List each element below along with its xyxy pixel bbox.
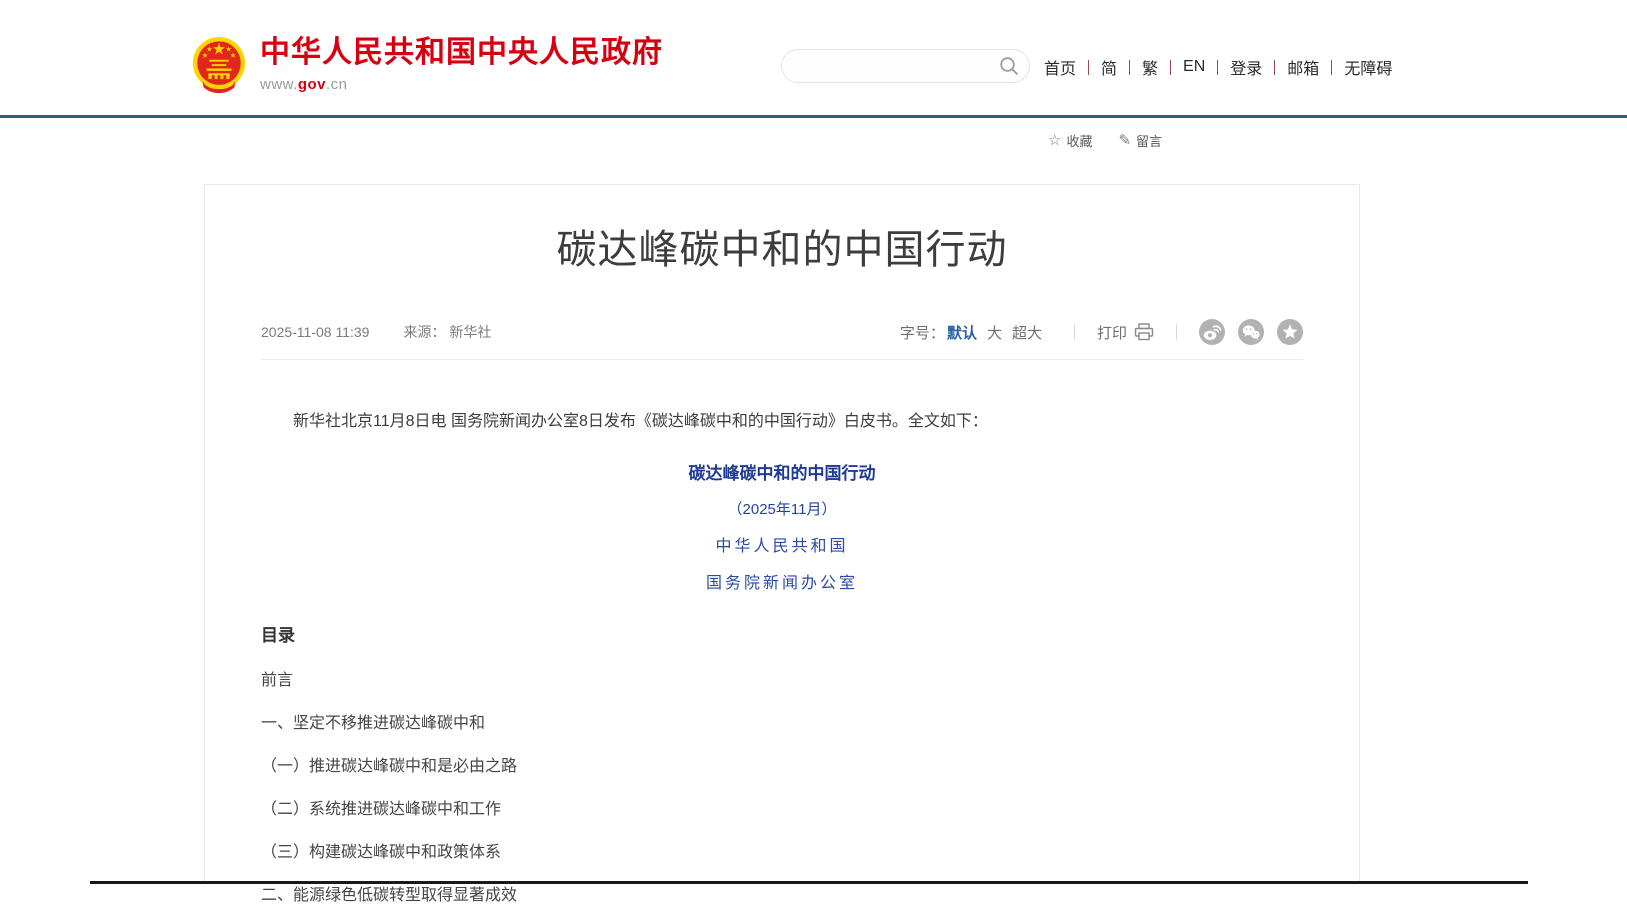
- article-date: 2025-11-08 11:39: [261, 324, 369, 340]
- site-logo[interactable]: 中华人民共和国中央人民政府 www.gov.cn: [190, 36, 663, 98]
- article-meta-right: 字号： 默认 大 超大 打印: [900, 319, 1303, 345]
- printer-icon: [1134, 323, 1154, 341]
- document-title: 碳达峰碳中和的中国行动: [261, 459, 1303, 484]
- nav-divider: [1217, 60, 1218, 75]
- nav-home[interactable]: 首页: [1044, 55, 1076, 79]
- site-url: www.gov.cn: [260, 76, 663, 93]
- nav-traditional[interactable]: 繁: [1142, 55, 1158, 79]
- document-date: （2025年11月）: [261, 498, 1303, 519]
- url-prefix: www.: [260, 76, 298, 93]
- message-label: 留言: [1136, 131, 1162, 150]
- message-button[interactable]: ✎ 留言: [1118, 131, 1162, 150]
- nav-divider: [1170, 60, 1171, 75]
- meta-divider: [1074, 324, 1075, 340]
- article-meta-left: 2025-11-08 11:39 来源： 新华社: [261, 322, 491, 342]
- toc-item-2: 二、能源绿色低碳转型取得显著成效: [261, 888, 1303, 904]
- pencil-icon: ✎: [1118, 133, 1131, 148]
- toc-item-1: 一、坚定不移推进碳达峰碳中和: [261, 716, 1303, 732]
- font-size-default-button[interactable]: 默认: [947, 322, 977, 343]
- nav-divider: [1331, 60, 1332, 75]
- top-nav: 首页 简 繁 EN 登录 邮箱 无障碍: [1044, 55, 1392, 79]
- font-size-label: 字号：: [900, 322, 945, 343]
- national-emblem-icon: [190, 36, 248, 98]
- article-intro: 新华社北京11月8日电 国务院新闻办公室8日发布《碳达峰碳中和的中国行动》白皮书…: [261, 414, 1303, 430]
- site-header: 中华人民共和国中央人民政府 www.gov.cn 首页 简 繁 EN 登录 邮箱…: [0, 0, 1627, 118]
- nav-divider: [1274, 60, 1275, 75]
- source-label: 来源：: [403, 324, 445, 340]
- print-button[interactable]: 打印: [1097, 322, 1154, 343]
- article-body: 新华社北京11月8日电 国务院新闻办公室8日发布《碳达峰碳中和的中国行动》白皮书…: [261, 414, 1303, 915]
- search-input[interactable]: [782, 58, 999, 74]
- article-card: 碳达峰碳中和的中国行动 2025-11-08 11:39 来源： 新华社 字号：…: [204, 184, 1360, 884]
- print-label: 打印: [1097, 322, 1127, 343]
- nav-login[interactable]: 登录: [1230, 55, 1262, 79]
- nav-simplified[interactable]: 简: [1101, 55, 1117, 79]
- document-org-line2: 国务院新闻办公室: [261, 569, 1303, 593]
- url-suffix: .cn: [326, 76, 348, 93]
- favorite-label: 收藏: [1066, 131, 1092, 150]
- source-value: 新华社: [449, 324, 491, 340]
- document-org-line1: 中华人民共和国: [261, 532, 1303, 556]
- font-size-large-button[interactable]: 大: [987, 322, 1002, 343]
- window-bottom-edge: [90, 881, 1528, 884]
- nav-divider: [1129, 60, 1130, 75]
- search-icon[interactable]: [999, 56, 1019, 76]
- star-outline-icon: ☆: [1048, 133, 1061, 148]
- toc-item-foreword: 前言: [261, 673, 1303, 689]
- share-icons: [1199, 319, 1303, 345]
- nav-accessibility[interactable]: 无障碍: [1344, 55, 1392, 79]
- nav-english[interactable]: EN: [1183, 58, 1205, 76]
- nav-mail[interactable]: 邮箱: [1287, 55, 1319, 79]
- share-more-star-icon[interactable]: [1277, 319, 1303, 345]
- favorite-button[interactable]: ☆ 收藏: [1048, 131, 1092, 150]
- article-meta-row: 2025-11-08 11:39 来源： 新华社 字号： 默认 大 超大 打印: [261, 319, 1303, 360]
- meta-divider: [1176, 324, 1177, 340]
- site-title: 中华人民共和国中央人民政府: [260, 36, 663, 70]
- nav-divider: [1088, 60, 1089, 75]
- url-gov: gov: [298, 76, 326, 93]
- font-size-xlarge-button[interactable]: 超大: [1012, 322, 1042, 343]
- weibo-share-icon[interactable]: [1199, 319, 1225, 345]
- article-source: 来源： 新华社: [403, 322, 491, 342]
- toc-item-1-2: （二）系统推进碳达峰碳中和工作: [261, 802, 1303, 818]
- search-box[interactable]: [781, 49, 1030, 83]
- wechat-share-icon[interactable]: [1238, 319, 1264, 345]
- toc-item-1-3: （三）构建碳达峰碳中和政策体系: [261, 845, 1303, 861]
- toc-title: 目录: [261, 621, 1303, 646]
- quick-links: ☆ 收藏 ✎ 留言: [1048, 131, 1162, 150]
- toc-item-1-1: （一）推进碳达峰碳中和是必由之路: [261, 759, 1303, 775]
- article-title: 碳达峰碳中和的中国行动: [205, 217, 1359, 275]
